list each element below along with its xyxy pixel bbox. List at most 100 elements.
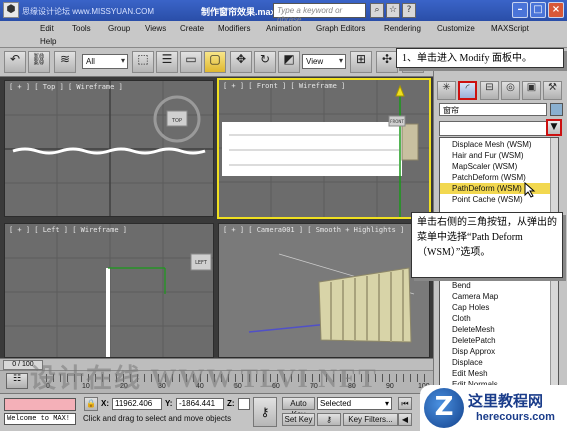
viewport-front[interactable]: FRONT [ + ] [ Front ] [ Wireframe ]: [217, 78, 431, 219]
watermark-bottom: 设计在线 WWW.TLVI.NET: [30, 364, 378, 393]
menu-maxscript[interactable]: MAXScript: [491, 24, 529, 33]
watermark-top: 思缘设计论坛 www.MISSYUAN.COM: [22, 7, 155, 16]
modifier-item[interactable]: Camera Map: [440, 291, 558, 302]
link-icon[interactable]: ⛓: [28, 51, 50, 73]
modifier-item[interactable]: Bend: [440, 280, 558, 291]
z-coordinate-field[interactable]: [238, 398, 250, 410]
undo-icon[interactable]: ↶: [4, 51, 26, 73]
viewport-front-label[interactable]: [ + ] [ Front ] [ Wireframe ]: [223, 82, 345, 90]
pivot-center-icon[interactable]: ⊞: [350, 51, 372, 73]
modifier-item[interactable]: PatchDeform (WSM): [440, 172, 558, 183]
select-and-move-icon[interactable]: ✥: [230, 51, 252, 73]
key-icon[interactable]: ⚷: [317, 413, 341, 426]
menu-tools[interactable]: Tools: [72, 24, 91, 33]
modifier-item-selected[interactable]: PathDeform (WSM): [440, 183, 558, 194]
select-object-icon[interactable]: ⬚: [132, 51, 154, 73]
app-logo-icon[interactable]: ⬢: [3, 2, 19, 18]
modifier-item[interactable]: Cap Holes: [440, 302, 558, 313]
modifier-item[interactable]: Point Cache (WSM): [440, 194, 558, 205]
bind-spacewarp-icon[interactable]: ≋: [54, 51, 76, 73]
prompt-line: Click and drag to select and move object…: [83, 414, 232, 423]
camera-viewport-canvas: [248, 253, 415, 343]
modifier-item[interactable]: Hair and Fur (WSM): [440, 150, 558, 161]
viewcube-front-label: FRONT: [390, 119, 404, 124]
menu-graph-editors[interactable]: Graph Editors: [316, 24, 365, 33]
minimize-button[interactable]: –: [512, 2, 528, 18]
mini-curve-editor-icon[interactable]: ☷: [6, 373, 28, 389]
3dsmax-window: ⬢ 思缘设计论坛 www.MISSYUAN.COM 制作窗帘效果.max Typ…: [0, 0, 567, 431]
auto-key-button[interactable]: Auto Key: [282, 397, 315, 419]
create-tab-icon[interactable]: ✳: [437, 81, 456, 100]
logo-title: 这里教程网: [468, 392, 544, 410]
modifier-item[interactable]: DeleteMesh: [440, 324, 558, 335]
modifier-item[interactable]: Displace Mesh (WSM): [440, 139, 558, 150]
modify-tab-icon[interactable]: ◜: [458, 81, 477, 100]
main-toolbar: ↶ ⛓ ≋ All ⬚ ☰ ▭ ▢ ✥ ↻ ◩ View ⊞ ✣ ⌨: [0, 48, 433, 77]
viewport-camera[interactable]: [ + ] [ Camera001 ] [ Smooth + Highlight…: [218, 223, 430, 358]
set-key-button[interactable]: Set Key: [282, 413, 315, 426]
viewport-left-label[interactable]: [ + ] [ Left ] [ Wireframe ]: [9, 226, 127, 234]
previous-frame-icon[interactable]: ◀: [398, 413, 412, 426]
menu-views[interactable]: Views: [145, 24, 166, 33]
front-viewport-canvas: FRONT: [219, 80, 429, 217]
object-name-field[interactable]: 窗帘: [439, 103, 547, 116]
rectangular-selection-icon[interactable]: ▭: [180, 51, 202, 73]
menu-edit[interactable]: Edit: [40, 24, 54, 33]
maxscript-mini-listener[interactable]: Welcome to MAX!: [4, 413, 76, 425]
utilities-tab-icon[interactable]: ⚒: [543, 81, 562, 100]
top-viewport-canvas: TOP: [5, 81, 213, 216]
maximize-button[interactable]: □: [530, 2, 546, 18]
maxscript-listener-pink[interactable]: [4, 398, 76, 411]
x-axis-label: X:: [101, 399, 109, 408]
display-tab-icon[interactable]: ▣: [522, 81, 541, 100]
lock-selection-icon[interactable]: 🔒: [84, 397, 98, 411]
set-key-mode-icon[interactable]: ⚷: [253, 397, 277, 427]
modifier-item[interactable]: Displace: [440, 357, 558, 368]
modifier-list-arrow-button[interactable]: ▼: [546, 119, 562, 136]
mouse-cursor-icon: [524, 182, 536, 198]
viewport-left[interactable]: LEFT [ + ] [ Left ] [ Wireframe ]: [4, 223, 214, 358]
modifier-item[interactable]: MapScaler (WSM): [440, 161, 558, 172]
menu-help[interactable]: Help: [40, 37, 56, 46]
hierarchy-tab-icon[interactable]: ⊟: [480, 81, 499, 100]
modifier-list-dropdown[interactable]: [439, 121, 547, 136]
select-and-manipulate-icon[interactable]: ✣: [376, 51, 398, 73]
object-color-swatch[interactable]: [550, 103, 563, 116]
z-axis-label: Z:: [227, 399, 235, 408]
menu-rendering[interactable]: Rendering: [384, 24, 421, 33]
search-input[interactable]: Type a keyword or phrase: [273, 3, 366, 24]
viewport-top-label[interactable]: [ + ] [ Top ] [ Wireframe ]: [9, 83, 123, 91]
y-coordinate-field[interactable]: -1864.441: [176, 398, 224, 410]
reference-coordinate-dropdown[interactable]: View: [302, 54, 346, 69]
select-by-name-icon[interactable]: ☰: [156, 51, 178, 73]
modifier-item[interactable]: Disp Approx: [440, 346, 558, 357]
close-button[interactable]: ×: [548, 2, 564, 18]
viewport-camera-label[interactable]: [ + ] [ Camera001 ] [ Smooth + Highlight…: [223, 226, 404, 234]
modifier-item[interactable]: Edit Mesh: [440, 368, 558, 379]
select-and-rotate-icon[interactable]: ↻: [254, 51, 276, 73]
menu-group[interactable]: Group: [108, 24, 130, 33]
x-coordinate-field[interactable]: 11962.406: [112, 398, 162, 410]
selected-set-dropdown[interactable]: Selected: [317, 397, 392, 410]
infocenter-icon[interactable]: ☆: [386, 3, 400, 18]
viewcube-left-label: LEFT: [195, 260, 208, 266]
document-title: 制作窗帘效果.max: [201, 7, 276, 17]
window-crossing-icon[interactable]: ▢: [204, 51, 226, 73]
menu-customize[interactable]: Customize: [437, 24, 475, 33]
viewport-top[interactable]: TOP [ + ] [ Top ] [ Wireframe ]: [4, 80, 214, 217]
modifier-item[interactable]: DeletePatch: [440, 335, 558, 346]
select-and-scale-icon[interactable]: ◩: [278, 51, 300, 73]
menu-bar: Edit Tools Group Views Create Modifiers …: [0, 21, 567, 48]
menu-modifiers[interactable]: Modifiers: [218, 24, 250, 33]
help-icon[interactable]: ?: [402, 3, 416, 18]
callout-step2: 单击右侧的三角按钮，从弹出的菜单中选择“Path Deform（WSM）”选项。: [411, 212, 563, 278]
key-filters-button[interactable]: Key Filters...: [343, 413, 398, 426]
menu-create[interactable]: Create: [180, 24, 204, 33]
search-icon[interactable]: ⌕: [370, 3, 384, 18]
curtain-front-shape: [222, 122, 402, 176]
selection-filter-dropdown[interactable]: All: [82, 54, 128, 69]
go-to-start-icon[interactable]: ⏮: [398, 397, 412, 410]
menu-animation[interactable]: Animation: [266, 24, 302, 33]
modifier-item[interactable]: Cloth: [440, 313, 558, 324]
motion-tab-icon[interactable]: ◎: [501, 81, 520, 100]
